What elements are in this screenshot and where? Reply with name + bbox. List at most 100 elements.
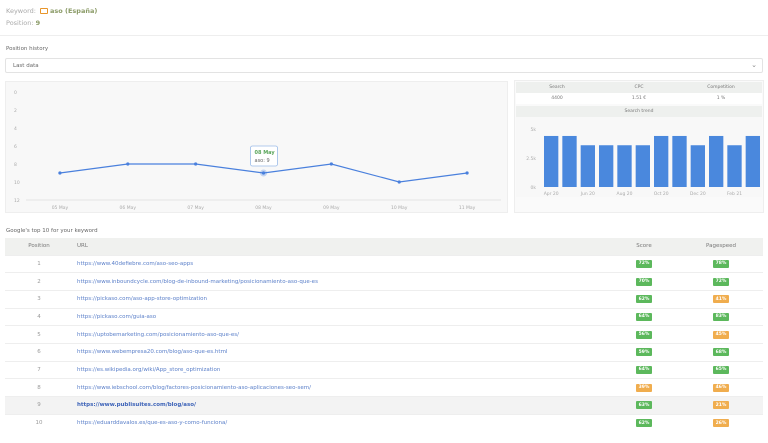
divider (0, 35, 768, 36)
score-cell: 64% (609, 307, 679, 326)
x-tick-label: 11 May (459, 205, 476, 211)
position-label: Position: (6, 19, 34, 27)
pagespeed-badge: 41% (712, 295, 730, 304)
position-cell: 7 (5, 360, 73, 379)
url-link[interactable]: https://eduarddavalos.es/que-es-aso-y-co… (73, 413, 609, 432)
pagespeed-badge: 78% (712, 259, 730, 268)
bar (617, 145, 632, 187)
period-select[interactable]: Last data ⌄ (5, 58, 763, 73)
chevron-down-icon: ⌄ (751, 61, 757, 69)
x-tick-label: Aug 20 (617, 191, 633, 197)
pagespeed-badge: 45% (712, 330, 730, 339)
table-row: 8 https://www.iebschool.com/blog/factore… (5, 378, 763, 397)
bar (727, 145, 742, 187)
position-cell: 5 (5, 325, 73, 344)
search-value: 4400 (551, 96, 563, 101)
table-row: 6 https://www.webempresa20.com/blog/aso-… (5, 342, 763, 362)
x-tick-label: 10 May (391, 205, 408, 211)
active-point-halo (260, 169, 267, 177)
pagespeed-badge: 68% (712, 348, 730, 357)
pagespeed-cell: 21% (679, 396, 763, 415)
pagespeed-cell: 46% (679, 378, 763, 397)
pagespeed-cell: 45% (679, 325, 763, 344)
url-link[interactable]: https://uptobemarketing.com/posicionamie… (73, 325, 609, 344)
search-trend-title: Search trend (516, 106, 762, 117)
score-badge: 59% (635, 348, 653, 357)
position-cell: 9 (5, 396, 73, 415)
position-cell: 10 (5, 413, 73, 432)
bar (562, 135, 577, 187)
cpc-value: 1.51 € (631, 96, 647, 101)
bar (544, 135, 559, 187)
score-cell: 56% (609, 325, 679, 344)
url-link[interactable]: https://www.iebschool.com/blog/factores-… (73, 378, 609, 397)
score-badge: 56% (635, 330, 653, 339)
position-cell: 1 (5, 254, 73, 273)
pagespeed-cell: 65% (679, 360, 763, 379)
y-tick-label: 12 (14, 198, 20, 204)
score-cell: 39% (609, 378, 679, 397)
table-row: 4 https://pickaso.com/guia-aso 64% 83% (5, 307, 763, 326)
position-history-label: Position history (6, 46, 49, 52)
pagespeed-badge: 72% (712, 277, 730, 286)
x-tick-label: 07 May (187, 205, 204, 211)
cpc-header: CPC (634, 85, 644, 90)
score-badge: 39% (635, 383, 653, 392)
x-tick-label: 09 May (323, 205, 340, 211)
x-tick-label: Feb 21 (727, 191, 742, 197)
score-cell: 63% (609, 396, 679, 415)
col-score: Score (609, 238, 679, 255)
search-header: Search (549, 85, 565, 90)
top10-label: Google's top 10 for your keyword (6, 228, 98, 234)
bar (599, 145, 614, 187)
x-tick-label: 08 May (255, 205, 272, 211)
url-link[interactable]: https://pickaso.com/guia-aso (73, 307, 609, 326)
url-link[interactable]: https://www.webempresa20.com/blog/aso-qu… (73, 342, 609, 362)
keyword-stats: Search CPC Competition 4400 1.51 € 1 % Searc… (516, 82, 762, 199)
x-tick-label: Dec 20 (690, 191, 706, 197)
pagespeed-badge: 65% (712, 365, 730, 374)
competition-header: Competition (707, 85, 735, 90)
y-tick-label: 2 (14, 108, 17, 114)
score-cell: 72% (609, 254, 679, 273)
score-badge: 64% (635, 365, 653, 374)
url-link[interactable]: https://www.40defiebre.com/aso-seo-apps (73, 254, 609, 273)
data-point (465, 171, 469, 175)
pagespeed-badge: 83% (712, 312, 730, 321)
position-chart: 0 2 4 6 8 10 12 05 May 06 May 07 May 08 May 09 May 1… (5, 81, 508, 213)
pagespeed-cell: 72% (679, 272, 763, 291)
col-position: Position (5, 238, 73, 255)
bar (709, 135, 724, 187)
position-cell: 3 (5, 289, 73, 309)
data-point (126, 162, 130, 166)
data-point (397, 180, 401, 184)
url-link[interactable]: https://www.publisuites.com/blog/aso/ (73, 396, 609, 415)
score-badge: 62% (635, 419, 653, 428)
bar (635, 145, 650, 187)
score-cell: 62% (609, 289, 679, 309)
table-row: 1 https://www.40defiebre.com/aso-seo-app… (5, 254, 763, 273)
score-cell: 64% (609, 360, 679, 379)
keyword-header: Keyword: aso (España) Position: 9 (6, 5, 97, 29)
x-tick-label: Jun 20 (580, 191, 595, 197)
y-tick-label: 0k (531, 185, 537, 191)
score-cell: 70% (609, 272, 679, 291)
x-tick-label: 05 May (52, 205, 69, 211)
score-badge: 63% (635, 401, 653, 410)
data-point (329, 162, 333, 166)
position-cell: 6 (5, 342, 73, 362)
monitor-icon (40, 8, 49, 14)
pagespeed-cell: 26% (679, 413, 763, 432)
url-link[interactable]: https://pickaso.com/aso-app-store-optimi… (73, 289, 609, 309)
url-link[interactable]: https://www.inboundcycle.com/blog-de-inb… (73, 272, 609, 291)
table-row: 3 https://pickaso.com/aso-app-store-opti… (5, 289, 763, 309)
tooltip-value: aso: 9 (255, 158, 270, 164)
pagespeed-cell: 68% (679, 342, 763, 362)
score-badge: 64% (635, 312, 653, 321)
position-cell: 8 (5, 378, 73, 397)
competition-value: 1 % (716, 96, 726, 101)
data-point (58, 171, 62, 175)
position-cell: 2 (5, 272, 73, 291)
url-link[interactable]: https://es.wikipedia.org/wiki/App_store_… (73, 360, 609, 379)
pagespeed-cell: 41% (679, 289, 763, 309)
